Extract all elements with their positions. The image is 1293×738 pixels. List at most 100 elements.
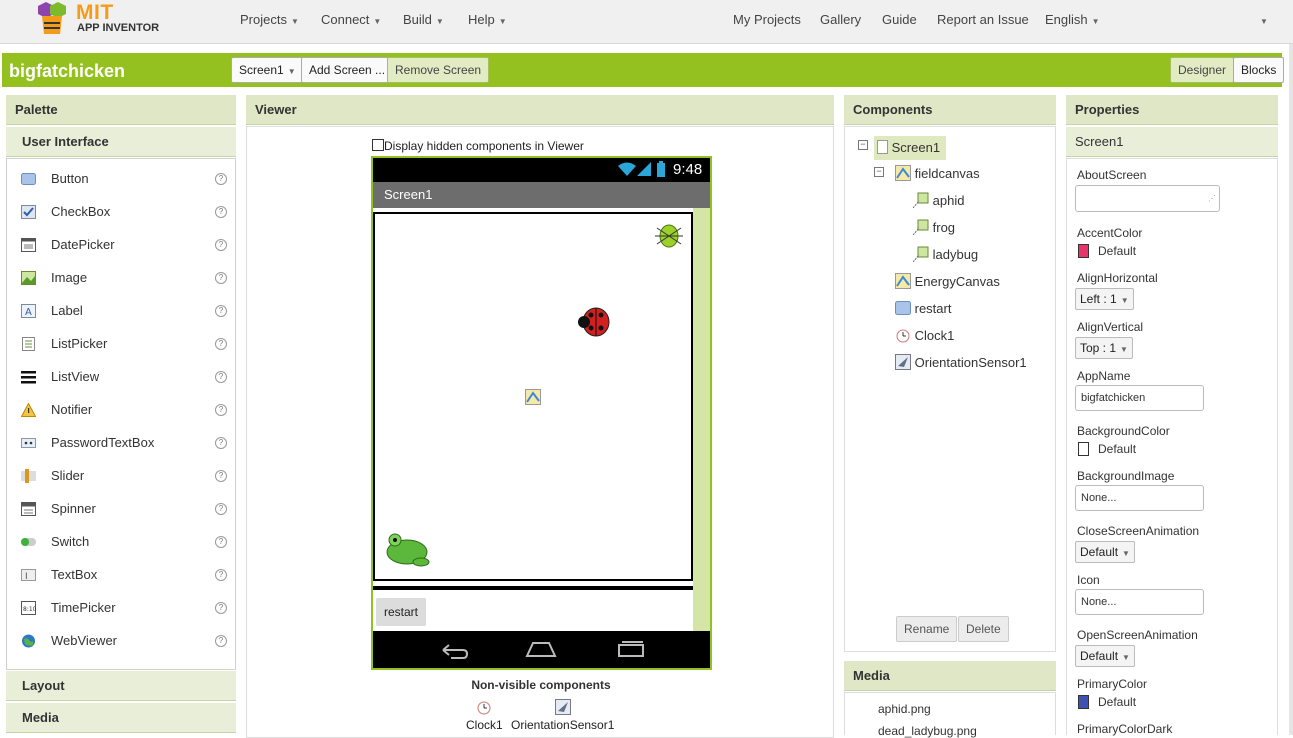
palette-item-spinner[interactable]: Spinner ? — [15, 492, 235, 525]
palette-item-listview[interactable]: ListView ? — [15, 360, 235, 393]
help-icon[interactable]: ? — [215, 404, 227, 416]
menu-build[interactable]: Build ▼ — [403, 12, 444, 27]
account-menu[interactable]: ▼ — [1256, 12, 1268, 27]
help-icon[interactable]: ? — [215, 206, 227, 218]
aphid-sprite[interactable] — [653, 220, 685, 250]
help-icon[interactable]: ? — [215, 635, 227, 647]
remove-screen-button[interactable]: Remove Screen — [387, 57, 490, 83]
closescreenanimation-select[interactable]: Default ▼ — [1075, 541, 1135, 563]
back-icon[interactable] — [439, 640, 469, 660]
palette-item-label[interactable]: A Label ? — [15, 294, 235, 327]
help-icon[interactable]: ? — [215, 470, 227, 482]
screen-scroll-strip — [693, 208, 710, 631]
alignhorizontal-select[interactable]: Left : 1 ▼ — [1075, 288, 1134, 310]
collapse-icon[interactable]: − — [874, 167, 884, 177]
backgroundcolor-swatch[interactable] — [1078, 442, 1089, 456]
help-icon[interactable]: ? — [215, 437, 227, 449]
icon-picker[interactable]: None... — [1075, 589, 1204, 615]
frog-sprite[interactable] — [383, 530, 431, 568]
display-hidden-checkbox[interactable] — [372, 139, 384, 151]
tree-item-screen1[interactable]: Screen1 — [874, 136, 946, 160]
help-icon[interactable]: ? — [215, 602, 227, 614]
palette-section-media[interactable]: Media — [6, 703, 236, 733]
nonvisible-clock-label[interactable]: Clock1 — [466, 718, 503, 732]
recents-icon[interactable] — [616, 640, 646, 658]
palette-section-user-interface[interactable]: User Interface — [6, 127, 236, 157]
ladybug-sprite[interactable] — [577, 304, 613, 340]
language-select[interactable]: English ▼ — [1045, 12, 1100, 27]
designer-button[interactable]: Designer — [1170, 57, 1235, 83]
add-screen-button[interactable]: Add Screen ... — [301, 57, 394, 83]
palette-item-listpicker[interactable]: ListPicker ? — [15, 327, 235, 360]
help-icon[interactable]: ? — [215, 503, 227, 515]
link-my-projects[interactable]: My Projects — [733, 12, 801, 27]
menu-help[interactable]: Help ▼ — [468, 12, 507, 27]
media-file[interactable]: dead_ladybug.png — [878, 724, 977, 738]
primarycolor-swatch[interactable] — [1078, 695, 1089, 709]
energycanvas[interactable] — [373, 586, 693, 590]
screen-content: restart — [373, 208, 710, 631]
orientation-sensor-icon — [555, 699, 571, 715]
page-scrollbar[interactable] — [1289, 44, 1293, 735]
collapse-icon[interactable]: − — [858, 140, 868, 150]
blocks-button[interactable]: Blocks — [1233, 57, 1285, 83]
palette-item-button[interactable]: Button ? — [15, 162, 235, 195]
palette-item-passwordtextbox[interactable]: PasswordTextBox ? — [15, 426, 235, 459]
aboutscreen-textarea[interactable]: ⋰ — [1075, 185, 1220, 212]
palette-item-switch[interactable]: Switch ? — [15, 525, 235, 558]
help-icon[interactable]: ? — [215, 338, 227, 350]
language-label: English — [1045, 12, 1088, 27]
link-gallery[interactable]: Gallery — [820, 12, 861, 27]
app-inventor-logo[interactable]: MIT APP INVENTOR — [30, 0, 160, 40]
nonvisible-orientation-label[interactable]: OrientationSensor1 — [511, 718, 614, 732]
fieldcanvas[interactable] — [373, 212, 693, 581]
help-icon[interactable]: ? — [215, 173, 227, 185]
accentcolor-value[interactable]: Default — [1098, 244, 1136, 258]
home-icon[interactable] — [525, 640, 557, 658]
palette-header: Palette — [6, 95, 236, 125]
palette-item-timepicker[interactable]: 8:10 TimePicker ? — [15, 591, 235, 624]
tree-item-frog[interactable]: frog — [912, 218, 955, 242]
backgroundcolor-value[interactable]: Default — [1098, 442, 1136, 456]
menu-connect[interactable]: Connect ▼ — [321, 12, 381, 27]
accentcolor-swatch[interactable] — [1078, 244, 1089, 258]
button-icon — [21, 173, 36, 185]
menu-projects[interactable]: Projects ▼ — [240, 12, 299, 27]
help-icon[interactable]: ? — [215, 239, 227, 251]
tree-item-energycanvas[interactable]: EnergyCanvas — [895, 272, 1000, 296]
tree-item-clock1[interactable]: Clock1 — [895, 326, 954, 350]
restart-button[interactable]: restart — [376, 598, 427, 626]
help-icon[interactable]: ? — [215, 569, 227, 581]
palette-item-checkbox[interactable]: CheckBox ? — [15, 195, 235, 228]
openscreenanimation-select[interactable]: Default ▼ — [1075, 645, 1135, 667]
palette-item-textbox[interactable]: I TextBox ? — [15, 558, 235, 591]
media-header: Media — [844, 661, 1056, 691]
tree-item-aphid[interactable]: aphid — [912, 191, 964, 215]
palette-item-notifier[interactable]: Notifier ? — [15, 393, 235, 426]
palette-item-datepicker[interactable]: DatePicker ? — [15, 228, 235, 261]
primarycolor-value[interactable]: Default — [1098, 695, 1136, 709]
help-icon[interactable]: ? — [215, 536, 227, 548]
backgroundimage-picker[interactable]: None... — [1075, 485, 1204, 511]
screen-select[interactable]: Screen1 ▼ — [231, 57, 304, 83]
delete-button[interactable]: Delete — [958, 616, 1009, 642]
palette-item-webviewer[interactable]: WebViewer ? — [15, 624, 235, 657]
appname-input[interactable]: bigfatchicken — [1075, 385, 1204, 411]
components-header: Components — [844, 95, 1056, 125]
palette-section-layout[interactable]: Layout — [6, 671, 236, 701]
prop-backgroundimage-label: BackgroundImage — [1077, 469, 1175, 483]
help-icon[interactable]: ? — [215, 305, 227, 317]
help-icon[interactable]: ? — [215, 371, 227, 383]
tree-item-orientationsensor1[interactable]: OrientationSensor1 — [895, 353, 1027, 377]
media-file[interactable]: aphid.png — [878, 702, 931, 716]
palette-item-image[interactable]: Image ? — [15, 261, 235, 294]
tree-item-ladybug[interactable]: ladybug — [912, 245, 978, 269]
palette-item-slider[interactable]: Slider ? — [15, 459, 235, 492]
alignvertical-select[interactable]: Top : 1 ▼ — [1075, 337, 1133, 359]
tree-item-restart[interactable]: restart — [895, 299, 951, 323]
link-report-issue[interactable]: Report an Issue — [937, 12, 1029, 27]
help-icon[interactable]: ? — [215, 272, 227, 284]
rename-button[interactable]: Rename — [896, 616, 958, 642]
link-guide[interactable]: Guide — [882, 12, 917, 27]
tree-item-fieldcanvas[interactable]: fieldcanvas — [895, 164, 980, 188]
